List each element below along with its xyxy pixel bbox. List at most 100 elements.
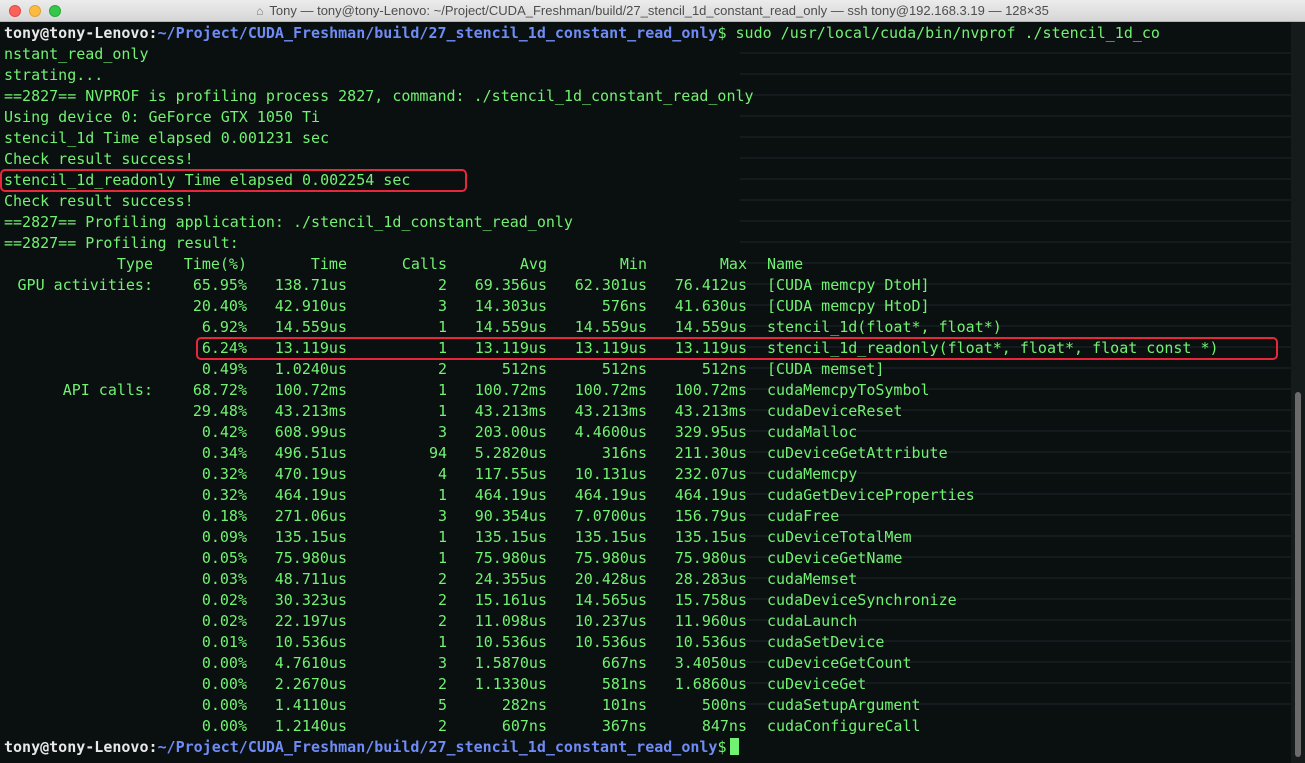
table-cell-time-percent: 0.00% xyxy=(201,675,247,693)
table-cell-time: 496.51us xyxy=(274,444,347,462)
title-bar[interactable]: ⌂ Tony — tony@tony-Lenovo: ~/Project/CUDA… xyxy=(0,0,1305,22)
table-cell-max: 847ns xyxy=(701,717,747,735)
table-row: 0.03% 48.711us 2 24.355us 20.428us 28.283us cu… xyxy=(0,569,1280,590)
table-row: 0.02% 30.323us 2 15.161us 14.565us 15.758us cu… xyxy=(0,590,1280,611)
table-cell-time: 22.197us xyxy=(274,612,347,630)
prompt-path: ~/Project/CUDA_Freshman/build/27_stencil… xyxy=(157,24,718,42)
table-cell-name: cuDeviceGet xyxy=(767,675,867,693)
table-cell-name: [CUDA memset] xyxy=(767,360,885,378)
table-cell-calls: 1 xyxy=(437,528,447,546)
table-row: 0.42% 608.99us 3 203.00us 4.4600us 329.95us cu… xyxy=(0,422,1280,443)
table-cell-max: 329.95us xyxy=(674,423,747,441)
table-cell-name: cuDeviceGetAttribute xyxy=(767,444,948,462)
table-cell-calls: 1 xyxy=(437,486,447,504)
table-cell-calls: 3 xyxy=(437,507,447,525)
prompt-symbol: $ xyxy=(717,738,727,756)
table-cell-time: 2.2670us xyxy=(274,675,347,693)
terminal-output[interactable]: tony@tony-Lenovo:~/Project/CUDA_Freshman… xyxy=(0,22,1291,763)
table-cell-min: 464.19us xyxy=(574,486,647,504)
table-cell-time-percent: 6.92% xyxy=(201,318,247,336)
table-cell-min: 135.15us xyxy=(574,528,647,546)
table-cell-time: 1.2140us xyxy=(274,717,347,735)
table-cell-time-percent: 0.03% xyxy=(201,570,247,588)
table-cell-min: 100.72ms xyxy=(574,381,647,399)
table-header-max: Max xyxy=(719,255,747,273)
table-row: 0.00% 1.4110us 5 282ns 101ns 500ns cudaSetupAr… xyxy=(0,695,1280,716)
output-line: stencil_1d Time elapsed 0.001231 sec xyxy=(4,129,330,147)
table-header-calls: Calls xyxy=(401,255,447,273)
table-cell-avg: 15.161us xyxy=(474,591,547,609)
table-cell-calls: 2 xyxy=(437,591,447,609)
final-prompt-line: tony@tony-Lenovo:~/Project/CUDA_Freshman… xyxy=(4,737,740,758)
table-header-avg: Avg xyxy=(519,255,547,273)
window-title-container: ⌂ Tony — tony@tony-Lenovo: ~/Project/CUDA… xyxy=(0,0,1305,22)
table-cell-max: 3.4050us xyxy=(674,654,747,672)
table-row: 0.01% 10.536us 1 10.536us 10.536us 10.536us cu… xyxy=(0,632,1280,653)
command-wrap-line: nstant_read_only xyxy=(4,45,149,63)
table-cell-time: 75.980us xyxy=(274,549,347,567)
table-cell-max: 43.213ms xyxy=(674,402,747,420)
table-cell-avg: 14.559us xyxy=(474,318,547,336)
table-cell-min: 75.980us xyxy=(574,549,647,567)
table-cell-time: 470.19us xyxy=(274,465,347,483)
table-row: 29.48% 43.213ms 1 43.213ms 43.213ms 43.213ms c… xyxy=(0,401,1280,422)
table-cell-min: 667ns xyxy=(601,654,647,672)
table-cell-avg: 1.5870us xyxy=(474,654,547,672)
table-row: 0.09% 135.15us 1 135.15us 135.15us 135.15us cu… xyxy=(0,527,1280,548)
table-cell-name: [CUDA memcpy DtoH] xyxy=(767,276,930,294)
table-cell-time-percent: 0.09% xyxy=(201,528,247,546)
table-cell-time: 42.910us xyxy=(274,297,347,315)
table-row: API calls: 68.72% 100.72ms 1 100.72ms 100.72m… xyxy=(0,380,1280,401)
table-cell-min: 10.237us xyxy=(574,612,647,630)
table-header-name: Name xyxy=(767,255,804,273)
table-cell-calls: 1 xyxy=(437,381,447,399)
table-cell-max: 500ns xyxy=(701,696,747,714)
table-cell-avg: 75.980us xyxy=(474,549,547,567)
table-cell-time-percent: 0.01% xyxy=(201,633,247,651)
table-cell-calls: 5 xyxy=(437,696,447,714)
table-cell-min: 101ns xyxy=(601,696,647,714)
table-cell-avg: 117.55us xyxy=(474,465,547,483)
output-line: Check result success! xyxy=(4,150,194,168)
table-cell-calls: 1 xyxy=(437,402,447,420)
table-cell-time-percent: 0.32% xyxy=(201,465,247,483)
output-line: ==2827== Profiling result: xyxy=(4,234,239,252)
table-cell-calls: 2 xyxy=(437,612,447,630)
table-cell-time-percent: 0.02% xyxy=(201,612,247,630)
table-cell-calls: 2 xyxy=(437,675,447,693)
table-cell-min: 512ns xyxy=(601,360,647,378)
table-cell-max: 232.07us xyxy=(674,465,747,483)
table-cell-avg: 282ns xyxy=(501,696,547,714)
table-cell-min: 4.4600us xyxy=(574,423,647,441)
table-cell-avg: 512ns xyxy=(501,360,547,378)
table-cell-name: cudaMalloc xyxy=(767,423,858,441)
table-cell-name: [CUDA memcpy HtoD] xyxy=(767,297,930,315)
table-row: 0.49% 1.0240us 2 512ns 512ns 512ns [CUDA memse… xyxy=(0,359,1280,380)
table-cell-time: 1.4110us xyxy=(274,696,347,714)
table-cell-name: cuDeviceGetCount xyxy=(767,654,912,672)
scrollbar-thumb[interactable] xyxy=(1295,392,1301,757)
table-cell-max: 135.15us xyxy=(674,528,747,546)
table-cell-max: 15.758us xyxy=(674,591,747,609)
table-cell-calls: 2 xyxy=(437,717,447,735)
table-cell-min: 62.301us xyxy=(574,276,647,294)
table-cell-time-percent: 20.40% xyxy=(192,297,247,315)
table-row: 0.32% 470.19us 4 117.55us 10.131us 232.07us cu… xyxy=(0,464,1280,485)
table-cell-max: 28.283us xyxy=(674,570,747,588)
terminal-scrollbar[interactable] xyxy=(1291,22,1305,763)
table-cell-time-percent: 0.00% xyxy=(201,717,247,735)
table-cell-name: cudaConfigureCall xyxy=(767,717,921,735)
table-cell-time: 100.72ms xyxy=(274,381,347,399)
table-cell-min: 581ns xyxy=(601,675,647,693)
table-cell-avg: 43.213ms xyxy=(474,402,547,420)
table-cell-name: cudaMemcpyToSymbol xyxy=(767,381,930,399)
table-cell-name: cudaFree xyxy=(767,507,840,525)
table-row: 0.34% 496.51us 94 5.2820us 316ns 211.30us cuDe… xyxy=(0,443,1280,464)
table-row: GPU activities: 65.95% 138.71us 2 69.356us 62… xyxy=(0,275,1280,296)
table-cell-max: 76.412us xyxy=(674,276,747,294)
table-cell-time: 135.15us xyxy=(274,528,347,546)
terminal-cursor xyxy=(730,738,740,755)
table-cell-time: 43.213ms xyxy=(274,402,347,420)
table-row: 0.05% 75.980us 1 75.980us 75.980us 75.980us cu… xyxy=(0,548,1280,569)
table-cell-name: stencil_1d(float*, float*) xyxy=(767,318,1002,336)
